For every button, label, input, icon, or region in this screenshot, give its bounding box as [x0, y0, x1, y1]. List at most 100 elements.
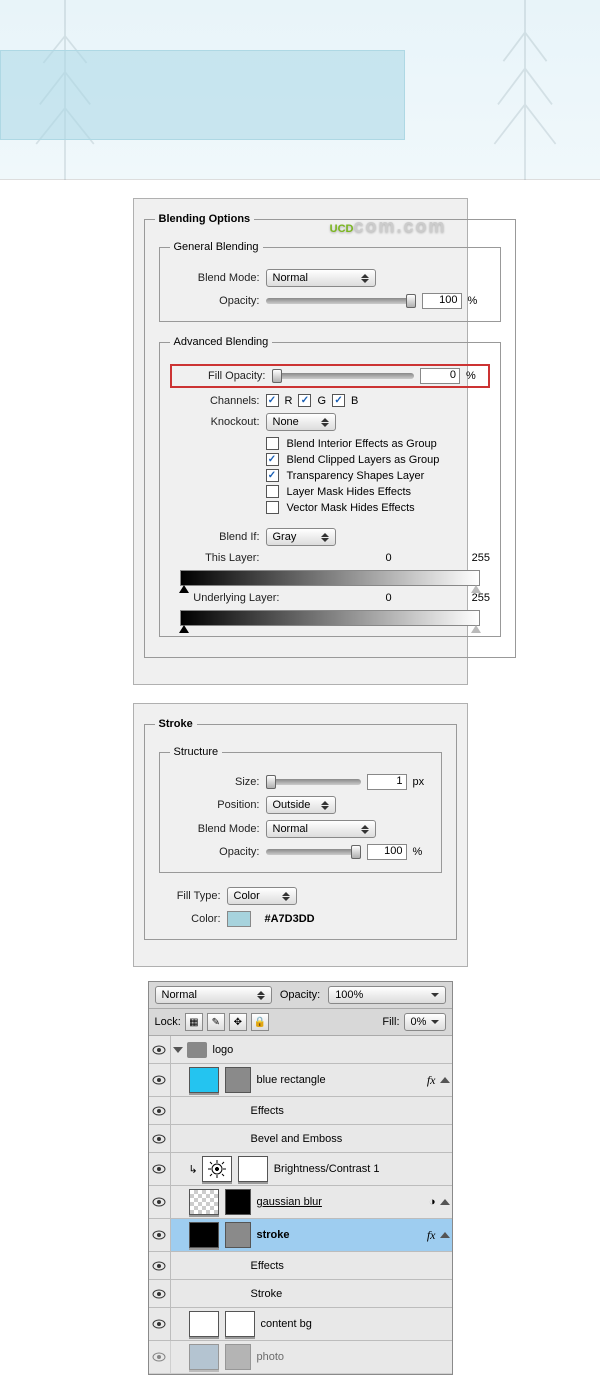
fill-type-select[interactable]: Color	[227, 887, 297, 905]
layer-mask-thumb[interactable]	[238, 1156, 268, 1182]
underlying-gradient[interactable]	[180, 610, 480, 626]
channel-g-label: G	[317, 395, 326, 407]
fill-opacity-slider[interactable]	[272, 373, 414, 379]
blending-options-panel: UCDcom.com Blending Options General Blen…	[133, 198, 468, 685]
layer-opacity-label: Opacity:	[280, 989, 320, 1001]
stroke-blend-mode-select[interactable]: Normal	[266, 820, 376, 838]
visibility-toggle[interactable]	[149, 1341, 171, 1373]
blend-interior-checkbox[interactable]	[266, 437, 279, 450]
visibility-toggle[interactable]	[149, 1125, 171, 1152]
layer-row[interactable]: content bg	[149, 1308, 452, 1341]
layer-mask-thumb[interactable]	[225, 1311, 255, 1337]
layer-fill-label: Fill:	[382, 1016, 399, 1028]
lock-transparency-icon[interactable]: ▦	[185, 1013, 203, 1031]
clipping-arrow-icon: ↳	[189, 1163, 198, 1176]
vector-mask-hides-checkbox[interactable]	[266, 501, 279, 514]
transparency-shapes-checkbox[interactable]: ✓	[266, 469, 279, 482]
blend-if-label: Blend If:	[170, 531, 260, 543]
layer-mask-thumb[interactable]	[225, 1067, 251, 1093]
fx-toggle-icon[interactable]	[440, 1199, 450, 1205]
fx-icon[interactable]: fx	[427, 1228, 436, 1243]
percent-suffix: %	[413, 846, 431, 858]
visibility-toggle[interactable]	[149, 1252, 171, 1279]
layer-mask-thumb[interactable]	[225, 1189, 251, 1215]
stroke-opacity-input[interactable]: 100	[367, 844, 407, 860]
layer-mask-hides-checkbox[interactable]	[266, 485, 279, 498]
fx-toggle-icon[interactable]	[440, 1077, 450, 1083]
layer-opacity-select[interactable]: 100%	[328, 986, 445, 1004]
layer-name[interactable]: photo	[257, 1351, 448, 1363]
disclosure-triangle-icon[interactable]	[173, 1047, 183, 1053]
layer-fill-select[interactable]: 0%	[404, 1013, 446, 1031]
visibility-toggle[interactable]	[149, 1186, 171, 1218]
fx-icon[interactable]: fx	[427, 1073, 436, 1088]
channel-r-checkbox[interactable]: ✓	[266, 394, 279, 407]
this-layer-gradient[interactable]	[180, 570, 480, 586]
chevron-updown-icon	[321, 415, 333, 429]
layer-row[interactable]: blue rectangle fx	[149, 1064, 452, 1097]
stroke-size-slider[interactable]	[266, 779, 361, 785]
layer-row-group[interactable]: logo	[149, 1036, 452, 1064]
fx-toggle-icon[interactable]	[440, 1232, 450, 1238]
layer-blend-mode-select[interactable]: Normal	[155, 986, 272, 1004]
layer-row[interactable]: photo	[149, 1341, 452, 1374]
stroke-size-label: Size:	[170, 776, 260, 788]
blend-clipped-checkbox[interactable]: ✓	[266, 453, 279, 466]
layer-name[interactable]: stroke	[257, 1229, 421, 1241]
fill-opacity-input[interactable]: 0	[420, 368, 460, 384]
visibility-toggle[interactable]	[149, 1097, 171, 1124]
visibility-toggle[interactable]	[149, 1036, 171, 1063]
layer-name[interactable]: logo	[213, 1044, 448, 1056]
blend-mode-select[interactable]: Normal	[266, 269, 376, 287]
layer-row[interactable]: stroke fx	[149, 1219, 452, 1252]
layer-effect-item[interactable]: Stroke	[149, 1280, 452, 1308]
layer-thumb[interactable]	[189, 1189, 219, 1215]
layer-name[interactable]: gaussian blur	[257, 1196, 423, 1208]
layer-thumb[interactable]	[189, 1067, 219, 1093]
chevron-updown-icon	[321, 530, 333, 544]
layer-name[interactable]: content bg	[261, 1318, 448, 1330]
blend-if-select[interactable]: Gray	[266, 528, 336, 546]
channel-g-checkbox[interactable]: ✓	[298, 394, 311, 407]
opacity-input[interactable]: 100	[422, 293, 462, 309]
lock-all-icon[interactable]: 🔒	[251, 1013, 269, 1031]
layer-effects-row: Effects	[149, 1252, 452, 1280]
stroke-color-swatch[interactable]	[227, 911, 251, 927]
lock-move-icon[interactable]: ✥	[229, 1013, 247, 1031]
layer-mask-thumb[interactable]	[225, 1344, 251, 1370]
advanced-blending-legend: Advanced Blending	[170, 336, 273, 348]
hero-background	[0, 0, 600, 180]
layer-thumb[interactable]	[189, 1344, 219, 1370]
brightness-contrast-icon[interactable]	[202, 1156, 232, 1182]
knockout-select[interactable]: None	[266, 413, 336, 431]
stroke-size-input[interactable]: 1	[367, 774, 407, 790]
visibility-toggle[interactable]	[149, 1219, 171, 1251]
layer-name[interactable]: Brightness/Contrast 1	[274, 1163, 448, 1175]
vector-mask-hides-label: Vector Mask Hides Effects	[287, 502, 415, 514]
chevron-updown-icon	[361, 822, 373, 836]
layer-name[interactable]: blue rectangle	[257, 1074, 421, 1086]
layer-row-adjustment[interactable]: ↳ Brightness/Contrast 1	[149, 1153, 452, 1186]
folder-icon	[187, 1042, 207, 1058]
visibility-toggle[interactable]	[149, 1308, 171, 1340]
fill-opacity-row-highlight: Fill Opacity: 0 %	[170, 364, 490, 388]
blend-interior-label: Blend Interior Effects as Group	[287, 438, 437, 450]
px-suffix: px	[413, 776, 431, 788]
layer-thumb[interactable]	[189, 1222, 219, 1248]
stroke-position-select[interactable]: Outside	[266, 796, 336, 814]
layer-row[interactable]: gaussian blur ◑	[149, 1186, 452, 1219]
opacity-slider[interactable]	[266, 298, 416, 304]
visibility-toggle[interactable]	[149, 1280, 171, 1307]
layer-mask-thumb[interactable]	[225, 1222, 251, 1248]
blend-mode-label: Blend Mode:	[170, 272, 260, 284]
layer-effect-item[interactable]: Bevel and Emboss	[149, 1125, 452, 1153]
percent-suffix: %	[468, 295, 486, 307]
lock-brush-icon[interactable]: ✎	[207, 1013, 225, 1031]
stroke-structure-legend: Structure	[170, 746, 223, 758]
visibility-toggle[interactable]	[149, 1064, 171, 1096]
visibility-toggle[interactable]	[149, 1153, 171, 1185]
channel-b-checkbox[interactable]: ✓	[332, 394, 345, 407]
stroke-opacity-slider[interactable]	[266, 849, 361, 855]
layer-thumb[interactable]	[189, 1311, 219, 1337]
blending-options-legend: Blending Options	[155, 213, 255, 225]
